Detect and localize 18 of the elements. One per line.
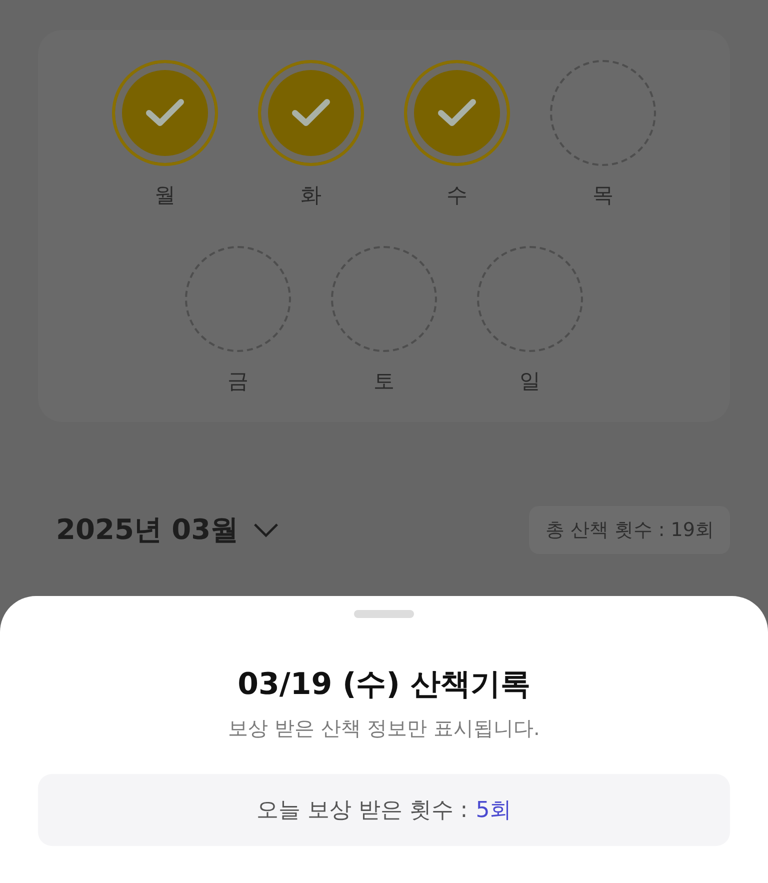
weekday-label: 화 (300, 182, 322, 208)
weekday-label: 수 (446, 182, 468, 208)
weekday-label: 목 (592, 182, 614, 208)
weekday-label: 월 (154, 182, 176, 208)
check-icon (437, 98, 477, 128)
check-icon (145, 98, 185, 128)
total-walks-badge: 총 산책 횟수 : 19회 (529, 506, 730, 554)
drag-handle[interactable] (354, 610, 414, 618)
weekday-label: 일 (520, 368, 540, 394)
summary-value: 5회 (476, 797, 512, 825)
chevron-down-icon (252, 522, 279, 538)
sheet-subtitle: 보상 받은 산책 정보만 표시됩니다. (228, 715, 540, 742)
weekday-label: 토 (374, 368, 394, 394)
month-dropdown[interactable]: 2025년 03월 (56, 511, 279, 549)
check-icon (291, 98, 331, 128)
summary-label: 오늘 보상 받은 횟수 : (256, 797, 468, 825)
sheet-title: 03/19 (수) 산책기록 (238, 666, 530, 704)
weekday-label: 금 (228, 368, 248, 394)
